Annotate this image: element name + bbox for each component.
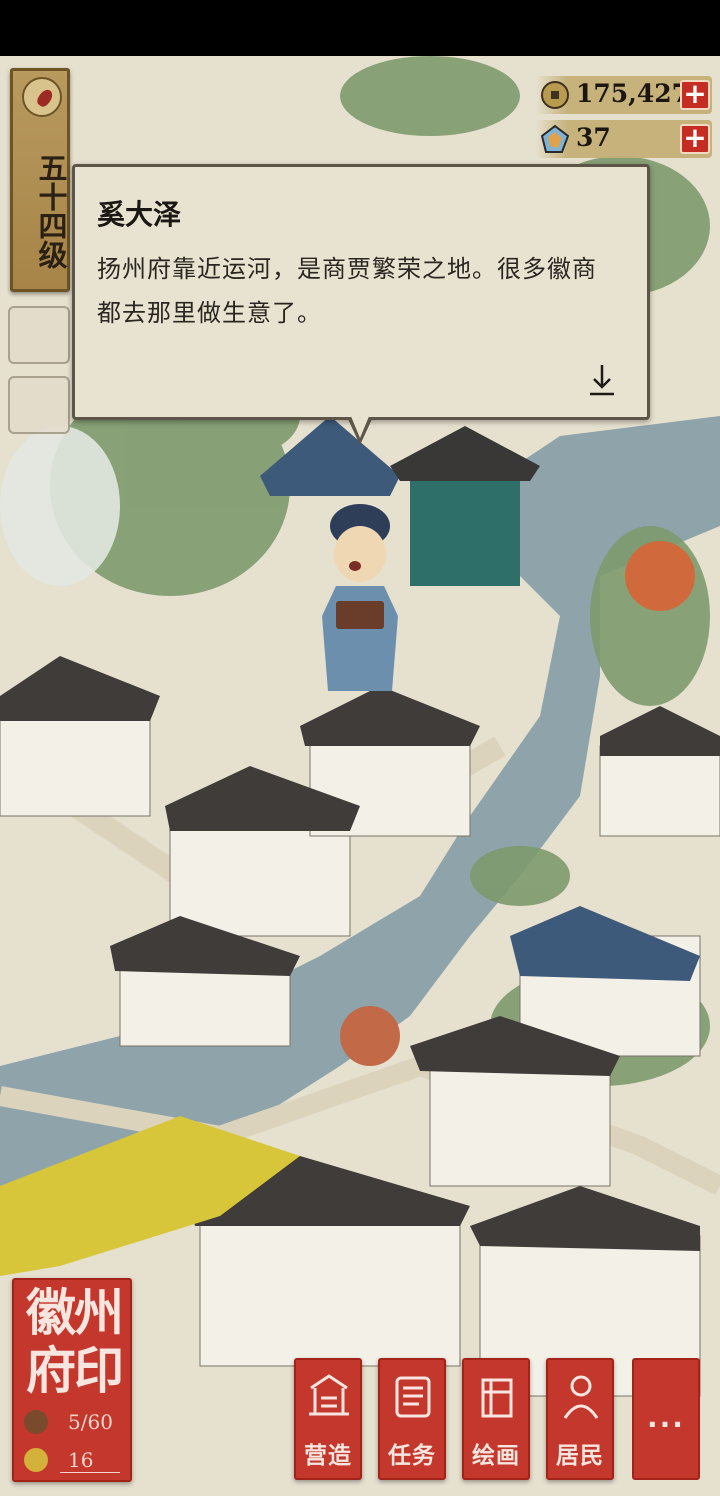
ingot-value: 16 (68, 1448, 94, 1472)
painting-label: 绘画 (472, 1442, 520, 1469)
prefecture-seal-panel[interactable]: 徽州府印 5/60 16 (12, 1278, 132, 1482)
ingot-stat: 16 (20, 1446, 128, 1474)
dialog-text: 扬州府靠近运河，是商贾繁荣之地。很多徽商都去那里做生意了。 (97, 255, 597, 327)
brush-emblem-icon (22, 77, 62, 117)
painting-icon (481, 1378, 513, 1418)
level-plaque[interactable]: 五十四级 (10, 68, 70, 292)
figure-icon (24, 1410, 48, 1434)
notes-button[interactable] (8, 376, 70, 434)
ingot-underline (60, 1472, 120, 1473)
coin-value: 175,427 (576, 79, 690, 108)
more-button[interactable]: ... (632, 1358, 700, 1480)
build-label: 营造 (304, 1442, 352, 1469)
population-value: 5/60 (68, 1410, 113, 1434)
seal-title: 徽州府印 (26, 1283, 124, 1400)
build-icon (309, 1374, 349, 1416)
dialog-tail (347, 414, 373, 445)
painting-button[interactable]: 绘画 (462, 1358, 530, 1480)
residents-label: 居民 (556, 1442, 604, 1469)
speaker-name: 奚大泽 (97, 198, 182, 231)
dialog-box[interactable]: 奚大泽 扬州府靠近运河，是商贾繁荣之地。很多徽商都去那里做生意了。 (72, 164, 650, 445)
add-gems-button[interactable]: + (680, 124, 710, 154)
build-button[interactable]: 营造 (294, 1358, 362, 1480)
tasks-button[interactable]: 任务 (378, 1358, 446, 1480)
status-bar (0, 0, 720, 56)
gem-counter: 37 + (536, 120, 712, 158)
level-label: 五十四级 (34, 153, 68, 269)
arrow-down-icon[interactable] (587, 361, 617, 397)
copper-coin-icon (541, 81, 569, 109)
tasks-label: 任务 (388, 1442, 436, 1469)
gem-value: 37 (576, 123, 611, 152)
gold-ingot-icon (24, 1448, 48, 1472)
coin-counter: 175,427 + (536, 76, 712, 114)
population-stat: 5/60 (20, 1408, 128, 1436)
jade-gem-icon (540, 124, 570, 153)
residents-button[interactable]: 居民 (546, 1358, 614, 1480)
chat-button[interactable] (8, 306, 70, 364)
resident-icon (563, 1375, 599, 1419)
character-figure (322, 504, 398, 691)
scroll-icon (395, 1376, 431, 1418)
add-coins-button[interactable]: + (680, 80, 710, 110)
